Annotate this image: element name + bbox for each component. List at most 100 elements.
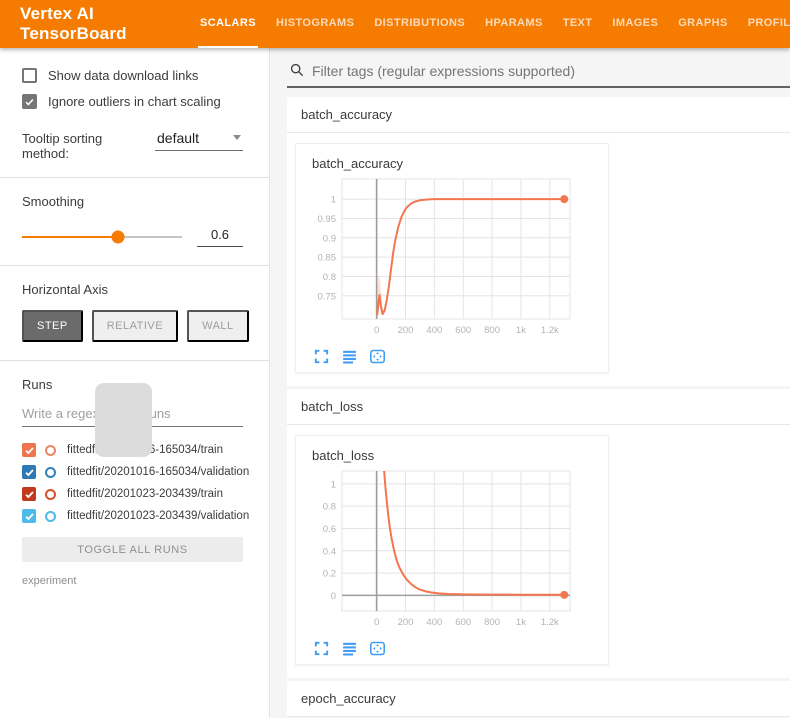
svg-text:0.2: 0.2 [323,569,336,580]
run-checkbox[interactable] [22,487,36,501]
svg-text:0.4: 0.4 [323,546,336,557]
ignore-outliers-option[interactable]: Ignore outliers in chart scaling [22,94,243,109]
tab-images[interactable]: IMAGES [610,0,660,48]
ignore-outliers-checkbox[interactable] [22,94,37,109]
show-download-links-label: Show data download links [48,68,198,83]
smoothing-slider[interactable] [22,236,182,238]
svg-text:1: 1 [331,479,336,490]
svg-text:0.75: 0.75 [318,291,337,302]
run-checkbox[interactable] [22,465,36,479]
tab-graphs[interactable]: GRAPHS [676,0,729,48]
horizontal-axis-label: Horizontal Axis [22,282,243,297]
svg-text:800: 800 [484,325,500,336]
toggle-expand-lines-icon[interactable] [340,347,358,365]
experiment-label: experiment [22,575,243,587]
tag-group-header[interactable]: epoch_accuracy [287,681,790,717]
tooltip-sorting-value: default [157,130,199,146]
smoothing-value-input[interactable]: 0.6 [197,227,243,247]
svg-text:0.95: 0.95 [318,214,337,225]
run-name: fittedfit/20201016-165034/validation [67,466,249,478]
wall-axis-button[interactable]: WALL [187,310,249,342]
app-header: Vertex AI TensorBoard SCALARS HISTOGRAMS… [0,0,790,48]
tab-scalars[interactable]: SCALARS [198,0,258,48]
toggle-expand-lines-icon[interactable] [340,639,358,657]
run-row[interactable]: fittedfit/20201023-203439/train [22,483,243,505]
run-color-ring[interactable] [45,511,56,522]
fullscreen-icon[interactable] [312,347,330,365]
svg-text:400: 400 [426,325,442,336]
tag-group-batch-loss: batch_loss batch_loss 00.20.40.60.810200… [287,389,790,678]
svg-text:600: 600 [455,617,471,628]
tooltip-sorting-label: Tooltip sorting method: [22,131,147,161]
checkmark-icon [24,445,35,456]
tab-text[interactable]: TEXT [561,0,595,48]
run-name: fittedfit/20201023-203439/train [67,488,223,500]
checkmark-icon [24,467,35,478]
chevron-down-icon [233,135,241,140]
tab-histograms[interactable]: HISTOGRAMS [274,0,356,48]
tab-hparams[interactable]: HPARAMS [483,0,545,48]
chart-title: batch_accuracy [312,156,602,171]
svg-text:0.85: 0.85 [318,253,337,264]
smoothing-slider-thumb[interactable] [112,231,125,244]
tensorboard-app: Vertex AI TensorBoard SCALARS HISTOGRAMS… [0,0,790,718]
relative-axis-button[interactable]: RELATIVE [92,310,178,342]
svg-text:0: 0 [331,591,336,602]
svg-text:200: 200 [398,325,414,336]
run-row[interactable]: fittedfit/20201016-165034/validation [22,461,243,483]
svg-text:0: 0 [374,617,379,628]
fit-domain-icon[interactable] [368,347,386,365]
run-color-ring[interactable] [45,467,56,478]
batch-accuracy-card: batch_accuracy 0.75 0.8 0.85 0.9 0.95 1 0 200 40… [295,143,609,373]
svg-text:1k: 1k [516,325,526,336]
fit-domain-icon[interactable] [368,639,386,657]
svg-text:800: 800 [484,617,500,628]
run-color-ring[interactable] [45,445,56,456]
svg-text:0.9: 0.9 [323,233,336,244]
svg-text:1k: 1k [516,617,526,628]
fullscreen-icon[interactable] [312,639,330,657]
svg-text:1.2k: 1.2k [541,325,559,336]
svg-text:200: 200 [398,617,414,628]
tab-bar: SCALARS HISTOGRAMS DISTRIBUTIONS HPARAMS… [198,0,790,48]
redaction-overlay [95,383,152,457]
tag-group-batch-accuracy: batch_accuracy batch_accuracy 0.75 0.8 0.8… [287,97,790,386]
run-checkbox[interactable] [22,509,36,523]
app-title: Vertex AI TensorBoard [0,0,198,48]
ignore-outliers-label: Ignore outliers in chart scaling [48,94,221,109]
tag-group-header[interactable]: batch_accuracy [287,97,790,133]
tag-group-epoch-accuracy: epoch_accuracy [287,681,790,717]
run-name: fittedfit/20201023-203439/validation [67,510,249,522]
checkmark-icon [24,489,35,500]
step-axis-button[interactable]: STEP [22,310,83,342]
tag-filter-bar [287,55,790,88]
smoothing-slider-fill [22,236,118,238]
svg-text:1: 1 [331,195,336,206]
svg-text:0.6: 0.6 [323,524,336,535]
scalars-dashboard: batch_accuracy batch_accuracy 0.75 0.8 0.8… [270,48,790,718]
svg-text:600: 600 [455,325,471,336]
checkmark-icon [24,511,35,522]
search-icon [289,62,305,78]
batch-accuracy-chart[interactable]: 0.75 0.8 0.85 0.9 0.95 1 0 200 400 600 800 1k 1.2k [302,174,602,342]
tab-profile[interactable]: PROFILE [746,0,790,48]
tag-group-header[interactable]: batch_loss [287,389,790,425]
run-row[interactable]: fittedfit/20201023-203439/validation [22,505,243,527]
toggle-all-runs-button[interactable]: TOGGLE ALL RUNS [22,537,243,562]
svg-text:400: 400 [426,617,442,628]
tag-filter-input[interactable] [312,63,790,79]
svg-text:0: 0 [374,325,379,336]
batch-loss-chart[interactable]: 00.20.40.60.8102004006008001k1.2k [302,466,602,634]
tab-distributions[interactable]: DISTRIBUTIONS [372,0,467,48]
run-color-ring[interactable] [45,489,56,500]
batch-loss-card: batch_loss 00.20.40.60.8102004006008001k… [295,435,609,665]
tooltip-sorting-select[interactable]: default [155,130,243,151]
settings-sidebar: Show data download links Ignore outliers… [0,48,270,718]
chart-title: batch_loss [312,448,602,463]
show-download-links-option[interactable]: Show data download links [22,68,243,83]
run-checkbox[interactable] [22,443,36,457]
show-download-links-checkbox[interactable] [22,68,37,83]
svg-text:0.8: 0.8 [323,272,336,283]
checkmark-icon [24,96,35,108]
chart-actions [312,639,602,657]
